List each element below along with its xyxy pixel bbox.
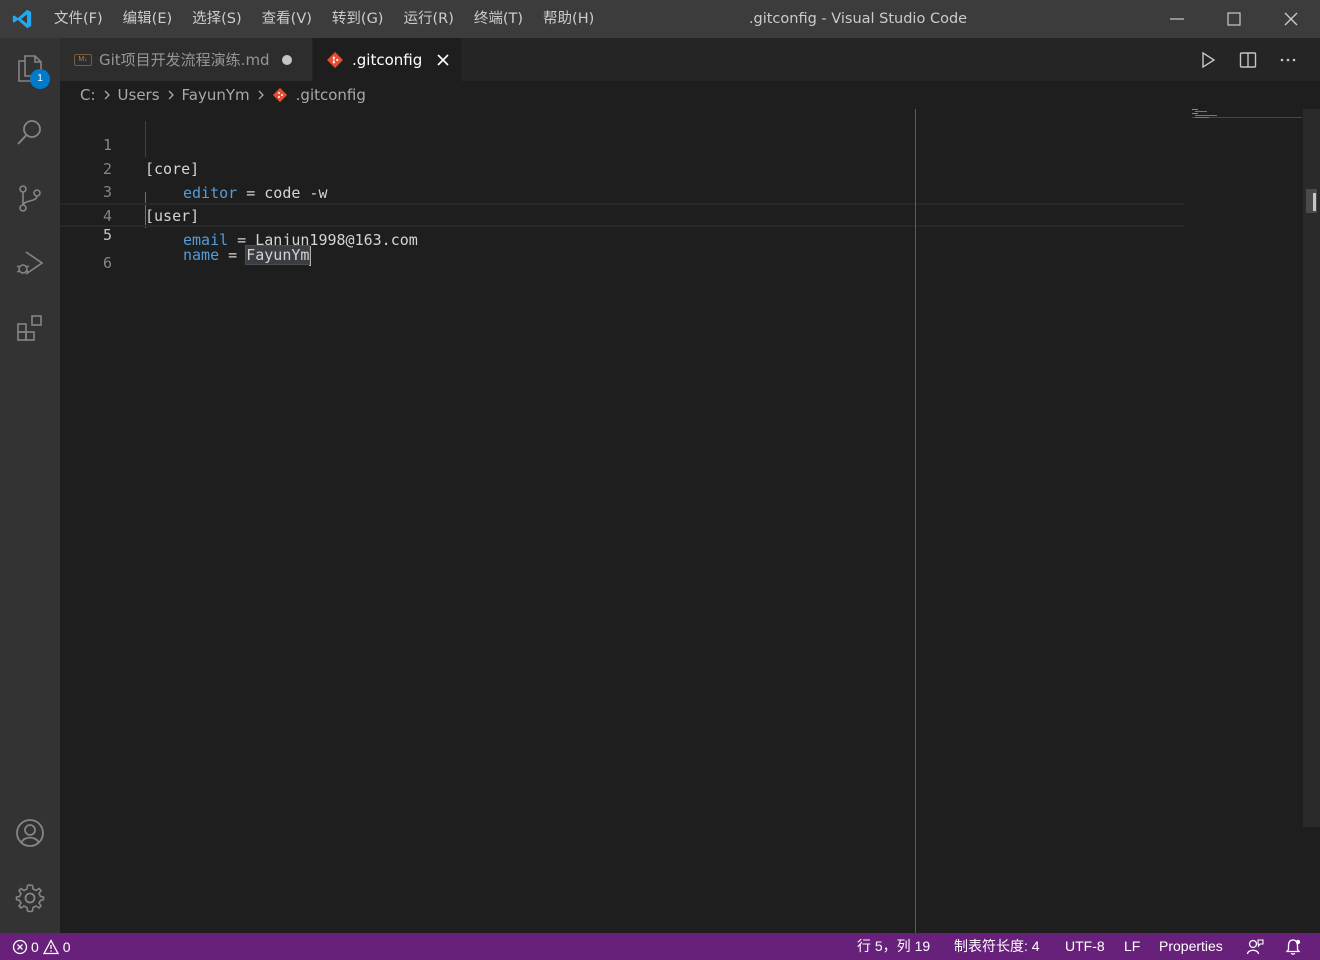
run-button[interactable] [1188,38,1228,81]
maximize-button[interactable] [1205,0,1263,38]
menu-go[interactable]: 转到(G) [322,0,394,38]
tab-markdown-file[interactable]: M↓ Git项目开发流程演练.md [60,38,312,81]
tab-label: .gitconfig [352,50,423,69]
status-bar: 0 0 行 5，列 19 制表符长度: 4 UTF-8 LF Propertie… [0,933,1320,960]
activity-manage[interactable] [0,868,60,928]
play-icon [1202,51,1216,68]
chevron-right-icon [168,90,174,100]
search-icon [17,120,41,145]
close-icon [1284,12,1298,26]
chevron-right-icon [104,90,110,100]
code-line-4: 4 email = Lanjun1998@163.com [60,180,1184,249]
indentation[interactable]: 制表符长度: 4 [954,933,1040,960]
menu-view[interactable]: 查看(V) [252,0,322,38]
end-of-line[interactable]: LF [1124,933,1140,960]
maximize-icon [1227,12,1241,26]
menu-run[interactable]: 运行(R) [393,0,463,38]
window-title: .gitconfig - Visual Studio Code [748,11,968,27]
vertical-scrollbar[interactable] [1303,109,1320,827]
run-debug-icon [16,251,44,275]
notifications-bell-icon[interactable] [1284,938,1302,956]
activity-explorer[interactable]: 1 [0,38,60,98]
editor-actions [1188,38,1320,81]
ellipsis-icon [1280,58,1296,61]
warning-count: 0 [62,938,71,955]
cursor-position[interactable]: 行 5，列 19 [857,933,930,960]
problems-indicator[interactable]: 0 0 [12,933,71,960]
split-editor-button[interactable] [1228,38,1268,81]
activity-extensions[interactable] [0,298,60,358]
minimap[interactable] [1192,109,1302,121]
settings-gear-icon [15,884,45,913]
error-count: 0 [31,938,39,955]
unsaved-dot-icon[interactable] [281,54,292,65]
chevron-right-icon [258,90,264,100]
menu-edit[interactable]: 编辑(E) [113,0,182,38]
minimize-icon [1170,18,1184,20]
menu-help[interactable]: 帮助(H) [533,0,604,38]
breadcrumb-user-folder[interactable]: FayunYm [182,86,250,104]
close-tab-icon[interactable] [436,53,450,67]
encoding[interactable]: UTF-8 [1065,933,1105,960]
more-actions-button[interactable] [1268,38,1308,81]
split-editor-icon [1239,51,1257,68]
git-icon [327,51,343,68]
menu-bar: 文件(F) 编辑(E) 选择(S) 查看(V) 转到(G) 运行(R) 终端(T… [44,0,604,38]
activity-accounts[interactable] [0,803,60,863]
code-editor[interactable]: 1 [core] 2 editor = code -w 3 [user] 4 e… [60,109,1320,933]
git-icon [272,87,287,103]
extensions-icon [17,315,42,341]
account-icon [16,819,44,847]
breadcrumb-file[interactable]: .gitconfig [296,86,366,104]
activity-search[interactable] [0,102,60,162]
activity-run-debug[interactable] [0,233,60,293]
title-bar: 文件(F) 编辑(E) 选择(S) 查看(V) 转到(G) 运行(R) 终端(T… [0,0,1320,38]
explorer-badge: 1 [30,69,50,89]
close-window-button[interactable] [1262,0,1320,38]
tab-gitconfig[interactable]: .gitconfig [313,38,461,81]
editor-ruler [915,109,916,933]
activity-source-control[interactable] [0,168,60,228]
feedback-icon[interactable] [1246,938,1264,956]
breadcrumb-drive[interactable]: C: [80,86,96,104]
menu-selection[interactable]: 选择(S) [182,0,252,38]
tab-label: Git项目开发流程演练.md [99,51,270,69]
menu-terminal[interactable]: 终端(T) [464,0,533,38]
code-line-5-current: 5 name = FayunYm [60,203,1184,266]
vscode-logo-icon [10,8,34,30]
code-line-2: 2 editor = code -w [60,133,1184,202]
language-mode[interactable]: Properties [1159,933,1223,960]
source-control-icon [19,185,41,212]
markdown-icon: M↓ [74,53,92,66]
code-line-6: 6 [60,227,1184,272]
line-number: 6 [102,254,112,272]
breadcrumb: C: Users FayunYm .gitconfig [60,81,1320,109]
minimize-button[interactable] [1148,0,1206,38]
warning-icon [42,938,59,954]
activity-bar: 1 [0,38,60,933]
code-line-1: 1 [core] [60,109,1184,178]
menu-file[interactable]: 文件(F) [44,0,113,38]
cursor-position-marker [1313,193,1316,211]
breadcrumb-users[interactable]: Users [118,86,160,104]
error-icon [12,939,28,954]
code-line-3: 3 [user] [60,156,1184,225]
editor-tabs: M↓ Git项目开发流程演练.md .gitconfig [60,38,1320,81]
